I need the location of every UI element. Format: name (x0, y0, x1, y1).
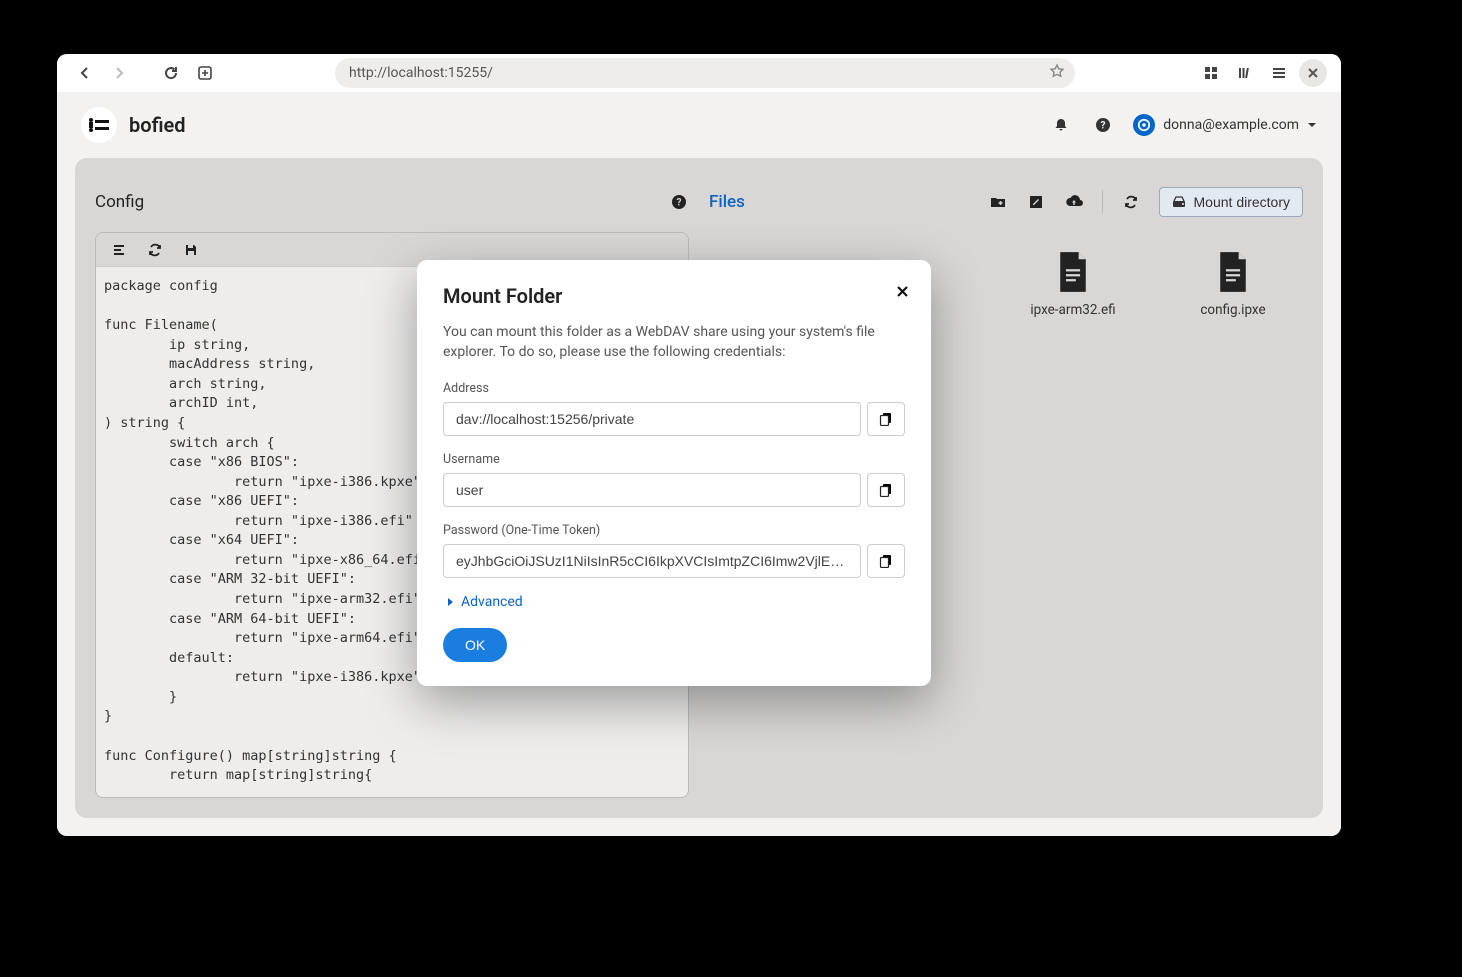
close-window-button[interactable] (1299, 59, 1327, 87)
address-bar[interactable]: http://localhost:15255/ (335, 58, 1075, 88)
modal-close-button[interactable] (896, 282, 909, 303)
copy-username-button[interactable] (867, 473, 905, 507)
copy-password-button[interactable] (867, 544, 905, 578)
ok-button[interactable]: OK (443, 628, 507, 662)
username-label: Username (443, 452, 905, 467)
address-text: http://localhost:15255/ (349, 65, 493, 81)
address-label: Address (443, 381, 905, 396)
browser-window: http://localhost:15255/ bofied (57, 54, 1341, 836)
username-input[interactable] (443, 473, 861, 507)
library-icon[interactable] (1231, 59, 1259, 87)
mount-folder-modal: Mount Folder You can mount this folder a… (417, 260, 931, 686)
modal-title: Mount Folder (443, 284, 905, 308)
app-area: bofied ? donna@example.com (57, 92, 1341, 836)
browser-toolbar: http://localhost:15255/ (57, 54, 1341, 92)
reload-button[interactable] (157, 59, 185, 87)
address-input[interactable] (443, 402, 861, 436)
copy-address-button[interactable] (867, 402, 905, 436)
password-input[interactable] (443, 544, 861, 578)
modal-description: You can mount this folder as a WebDAV sh… (443, 322, 905, 363)
advanced-label: Advanced (461, 594, 523, 610)
chevron-right-icon (447, 597, 455, 607)
grid-view-icon[interactable] (1197, 59, 1225, 87)
advanced-toggle[interactable]: Advanced (447, 594, 905, 610)
hamburger-menu-icon[interactable] (1265, 59, 1293, 87)
nav-back-button[interactable] (71, 59, 99, 87)
nav-forward-button[interactable] (105, 59, 133, 87)
bookmark-icon[interactable] (1049, 63, 1065, 83)
password-label: Password (One-Time Token) (443, 523, 905, 538)
new-tab-button[interactable] (191, 59, 219, 87)
